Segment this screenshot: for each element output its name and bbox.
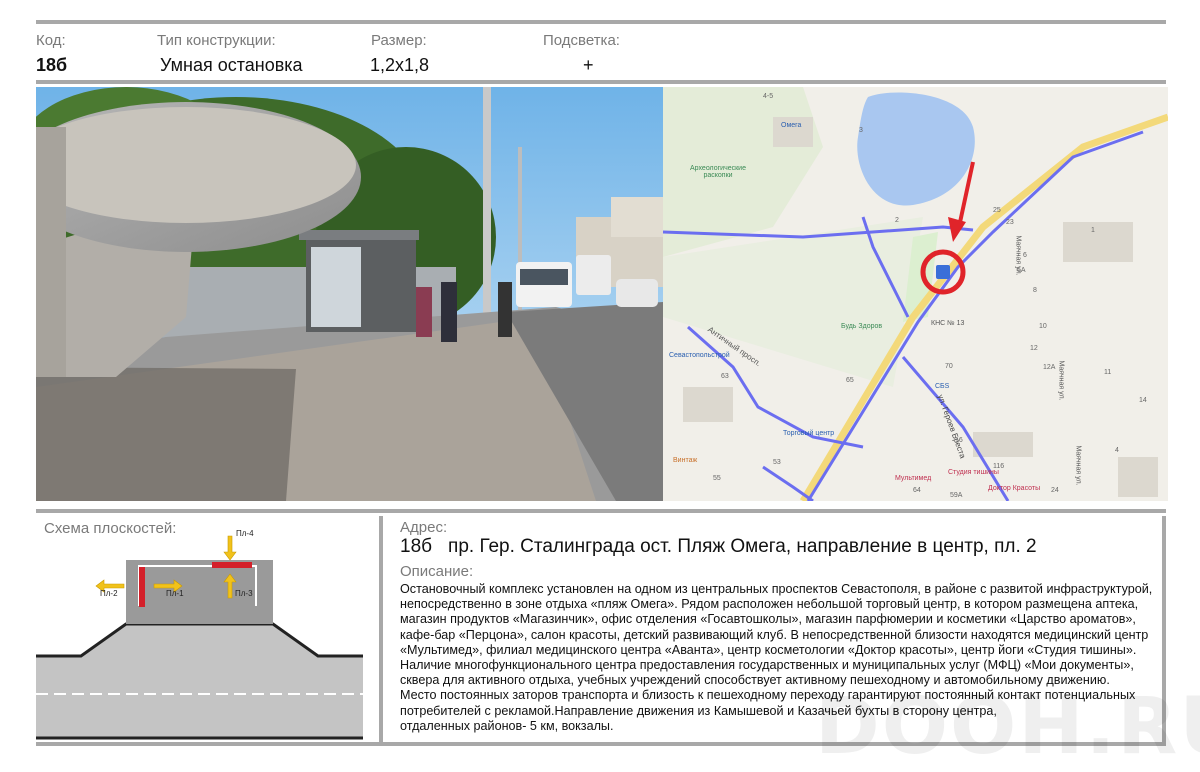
map-number: 14 <box>1139 397 1147 404</box>
light-label: Подсветка: <box>543 32 620 49</box>
map-number: 59А <box>950 492 963 499</box>
code-value: 18б <box>36 55 68 75</box>
map-label-trade: Торговый центр <box>783 430 835 437</box>
map-label-studio: Студия тишины <box>948 469 999 476</box>
map-number: 6 <box>1023 252 1027 259</box>
plane-label-1: Пл-1 <box>166 589 184 598</box>
map-number: 25 <box>993 207 1001 214</box>
map-illustration <box>663 87 1168 501</box>
map-number: 64 <box>913 487 921 494</box>
map-number: 4 <box>1115 447 1119 454</box>
description-line: непосредственно в зоне отдыха «пляж Омег… <box>400 597 1139 612</box>
description-line: «Мультимед», филиал медицинского центра … <box>400 642 1137 657</box>
map-number: 53 <box>773 459 781 466</box>
map-label-kns: КНС № 13 <box>931 320 965 327</box>
address-code: 18б <box>400 536 433 557</box>
plane-label-4: Пл-4 <box>236 529 254 538</box>
map-label-archaeo: Археологические раскопки <box>690 165 746 179</box>
watermark: DOOH.RU <box>815 682 1200 772</box>
map-number: 16 <box>955 437 963 444</box>
map-number: 1 <box>1091 227 1095 234</box>
header-bottom-rule <box>36 80 1166 84</box>
map-number: 23 <box>1006 219 1014 226</box>
address-label: Адрес: <box>400 519 448 536</box>
type-label: Тип конструкции: <box>157 32 276 49</box>
map-number: 8 <box>1033 287 1037 294</box>
map-label-doctor: Доктор Красоты <box>988 485 1041 492</box>
location-photo <box>36 87 663 501</box>
code-label: Код: <box>36 32 66 49</box>
map-label-mayach2: Маячная ул. <box>1057 360 1065 401</box>
map-label-sbs: СБS <box>935 383 950 390</box>
description-line: магазин продуктов «Магазинчик», офис отд… <box>400 612 1136 627</box>
plane-label-2: Пл-2 <box>100 589 118 598</box>
map-label-multimed: Мультимед <box>895 475 932 482</box>
map-number: 6А <box>1017 267 1026 274</box>
map-number: 12 <box>1030 345 1038 352</box>
address-text: пр. Гер. Сталинграда ост. Пляж Омега, на… <box>448 536 1037 557</box>
address-line: 18б пр. Гер. Сталинграда ост. Пляж Омега,… <box>400 536 1037 558</box>
plane-label-3: Пл-3 <box>235 589 253 598</box>
map-label-mayach3: Маячная ул. <box>1074 445 1082 486</box>
map-number: 65 <box>846 377 854 384</box>
map-number: 10 <box>1039 323 1047 330</box>
map-label-vintage: Винтаж <box>673 457 698 464</box>
description-line: кафе-бар «Перцона», салон красоты, детск… <box>400 627 1149 642</box>
map-number: 70 <box>945 363 953 370</box>
size-label: Размер: <box>371 32 427 49</box>
map-number: 116 <box>993 463 1005 470</box>
vertical-divider <box>379 516 383 742</box>
light-value: + <box>583 55 594 75</box>
map-number: 24 <box>1051 487 1059 494</box>
map-number: 11 <box>1104 369 1112 376</box>
location-map: Археологические раскопки Севастопольстро… <box>663 87 1168 501</box>
description-line: Наличие многофункционального центра пред… <box>400 658 1134 673</box>
map-number: 2 <box>895 217 899 224</box>
map-label-omega: Омега <box>781 122 802 129</box>
map-label-sev: Севастопольстрой <box>669 352 730 359</box>
description-line: Остановочный комплекс установлен на одно… <box>400 582 1153 596</box>
description-label: Описание: <box>400 563 474 580</box>
type-value: Умная остановка <box>160 55 303 75</box>
scheme-illustration <box>36 535 363 740</box>
map-label-bud: Будь Здоров <box>841 323 883 330</box>
map-number: 12А <box>1043 364 1056 371</box>
map-number: 63 <box>721 373 729 380</box>
images-bottom-rule <box>36 509 1166 513</box>
map-number: 4-5 <box>763 93 774 100</box>
size-value: 1,2х1,8 <box>370 55 430 75</box>
map-number: 55 <box>713 475 721 482</box>
photo-illustration <box>36 87 663 501</box>
map-number: 3 <box>859 127 863 134</box>
top-rule <box>36 20 1166 24</box>
planes-scheme: Пл-1 Пл-2 Пл-3 Пл-4 <box>36 516 363 740</box>
